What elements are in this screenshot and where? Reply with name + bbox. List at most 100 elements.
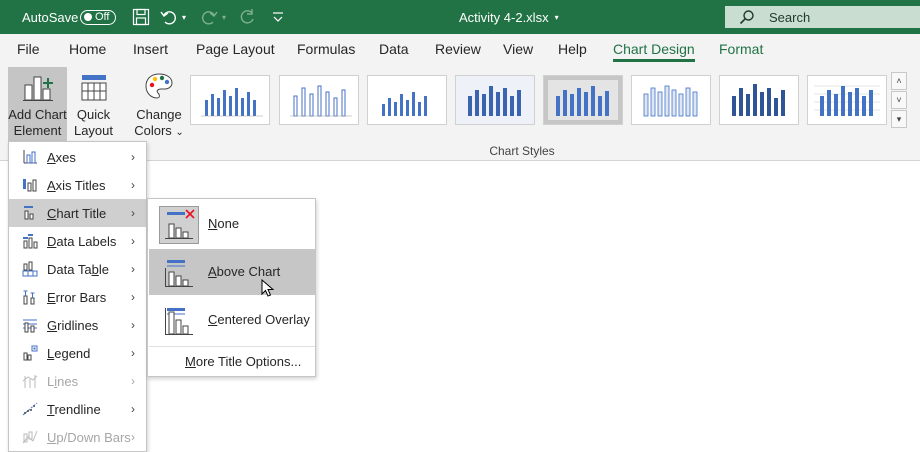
undo-icon[interactable] [159, 7, 179, 27]
gallery-up-icon[interactable]: ˄ [891, 72, 907, 90]
chart-style-3[interactable] [367, 75, 447, 125]
quick-layout-button[interactable]: Quick Layout ⌄ [68, 67, 119, 154]
tab-view[interactable]: View [503, 34, 533, 64]
chart-style-7-preview-icon [732, 84, 785, 116]
chart-styles-group-label: Chart Styles [489, 144, 555, 158]
label-rest: xis Titles [55, 177, 106, 193]
accel-key: A [208, 264, 217, 279]
menu-item-label: Trendline [47, 402, 101, 417]
chart-style-8[interactable] [807, 75, 887, 125]
chevron-right-icon: › [131, 346, 135, 360]
tab-page-layout[interactable]: Page Layout [196, 34, 275, 64]
tab-formulas[interactable]: Formulas [297, 34, 355, 64]
label-rest: ridlines [57, 317, 99, 333]
menu-item-trendline[interactable]: Trendline › [9, 395, 146, 423]
title-bar: AutoSave Off ▾ ▾ Activity 4-2.xlsx ▾ Sea… [0, 0, 920, 34]
chevron-right-icon: › [131, 262, 135, 276]
chart-style-6-preview-icon [643, 85, 698, 117]
label-rest: p/Down Bars [56, 429, 131, 445]
tab-data[interactable]: Data [379, 34, 409, 64]
gallery-more-icon[interactable]: ▾ [891, 110, 907, 128]
menu-item-error-bars[interactable]: Error Bars › [9, 283, 146, 311]
document-title[interactable]: Activity 4-2.xlsx ▾ [459, 0, 559, 34]
chevron-right-icon: › [131, 430, 135, 444]
menu-item-lines[interactable]: Lines › [9, 367, 146, 395]
accel-key: D [47, 233, 57, 249]
change-colors-line2: Colors ⌄ [133, 123, 185, 141]
menu-item-label: Chart Title [47, 206, 106, 221]
up-down-bars-icon [22, 430, 38, 444]
submenu-divider [149, 346, 315, 347]
chart-title-icon [24, 206, 34, 220]
chart-style-7[interactable] [719, 75, 799, 125]
menu-item-label: Up/Down Bars [47, 430, 131, 445]
label-pre: Data Ta [47, 261, 92, 277]
menu-item-up-down-bars[interactable]: Up/Down Bars › [9, 423, 146, 451]
chart-title-none-icon [159, 206, 199, 244]
menu-item-axes[interactable]: Axes › [9, 143, 146, 171]
error-bars-icon [23, 290, 35, 305]
menu-item-chart-title[interactable]: Chart Title › [9, 199, 146, 227]
autosave-toggle[interactable]: Off [80, 0, 116, 34]
add-chart-element-line1: Add Chart [8, 107, 67, 122]
submenu-item-above-chart[interactable]: Above Chart [149, 249, 315, 297]
undo-dropdown-icon[interactable]: ▾ [182, 0, 186, 34]
change-colors-button[interactable]: Change Colors ⌄ [133, 67, 185, 141]
title-dropdown-icon: ▾ [554, 12, 559, 22]
menu-item-legend[interactable]: Legend › [9, 339, 146, 367]
submenu-item-label: Centered Overlay [208, 312, 310, 327]
accel-key: E [47, 289, 56, 305]
legend-icon [23, 345, 38, 361]
chevron-right-icon: › [131, 290, 135, 304]
menu-item-axis-titles[interactable]: Axis Titles › [9, 171, 146, 199]
label-rest: entered Overlay [217, 312, 310, 327]
menu-item-label: Gridlines [47, 318, 98, 333]
gallery-scroll: ˄ ˅ ▾ [891, 72, 907, 128]
accel-key: G [47, 317, 58, 333]
redo-dropdown-icon[interactable]: ▾ [222, 0, 226, 34]
submenu-item-centered-overlay[interactable]: Centered Overlay [149, 297, 315, 343]
chart-style-5[interactable] [543, 75, 623, 125]
menu-item-label: Error Bars [47, 290, 106, 305]
chart-style-8-preview-icon [814, 85, 880, 116]
submenu-item-label: Above Chart [208, 264, 280, 279]
add-chart-element-button[interactable]: Add Chart Element ⌄ [8, 67, 67, 154]
tab-insert[interactable]: Insert [133, 34, 168, 64]
submenu-item-none[interactable]: None [149, 201, 315, 247]
tab-help[interactable]: Help [558, 34, 587, 64]
chart-title-submenu: None Above Chart Centered Overlay More T… [147, 198, 316, 377]
save-icon[interactable] [131, 7, 151, 27]
data-table-icon [22, 261, 38, 277]
menu-item-label: Axis Titles [47, 178, 106, 193]
mouse-cursor-icon [261, 279, 275, 297]
accel-key: C [47, 205, 57, 221]
chart-style-2[interactable] [279, 75, 359, 125]
more-title-options-link[interactable]: More Title Options... [185, 354, 301, 369]
search-icon [739, 10, 754, 25]
menu-item-data-labels[interactable]: Data Labels › [9, 227, 146, 255]
tab-home[interactable]: Home [69, 34, 106, 64]
gallery-down-icon[interactable]: ˅ [891, 91, 907, 109]
label-rest: ore Title Options... [195, 354, 302, 369]
tab-review[interactable]: Review [435, 34, 481, 64]
chart-title-overlay-icon [165, 308, 193, 335]
customize-toolbar-icon[interactable] [268, 7, 288, 27]
tab-format[interactable]: Format [719, 34, 763, 64]
menu-item-data-table[interactable]: Data Table › [9, 255, 146, 283]
ribbon-tabs: File Home Insert Page Layout Formulas Da… [0, 34, 920, 64]
repeat-icon[interactable] [237, 7, 257, 27]
chevron-right-icon: › [131, 374, 135, 388]
tab-file[interactable]: File [17, 34, 40, 64]
menu-item-gridlines[interactable]: Gridlines › [9, 311, 146, 339]
search-box[interactable]: Search [725, 6, 920, 28]
tab-chart-design[interactable]: Chart Design [613, 34, 695, 64]
toggle-knob-icon [84, 13, 92, 21]
data-labels-icon [23, 234, 38, 249]
redo-icon[interactable] [199, 7, 219, 27]
change-colors-line1: Change [136, 107, 182, 122]
menu-item-label: Data Table [47, 262, 109, 277]
chevron-right-icon: › [131, 318, 135, 332]
chart-style-6[interactable] [631, 75, 711, 125]
chart-style-4[interactable] [455, 75, 535, 125]
chart-style-1[interactable] [190, 75, 270, 125]
